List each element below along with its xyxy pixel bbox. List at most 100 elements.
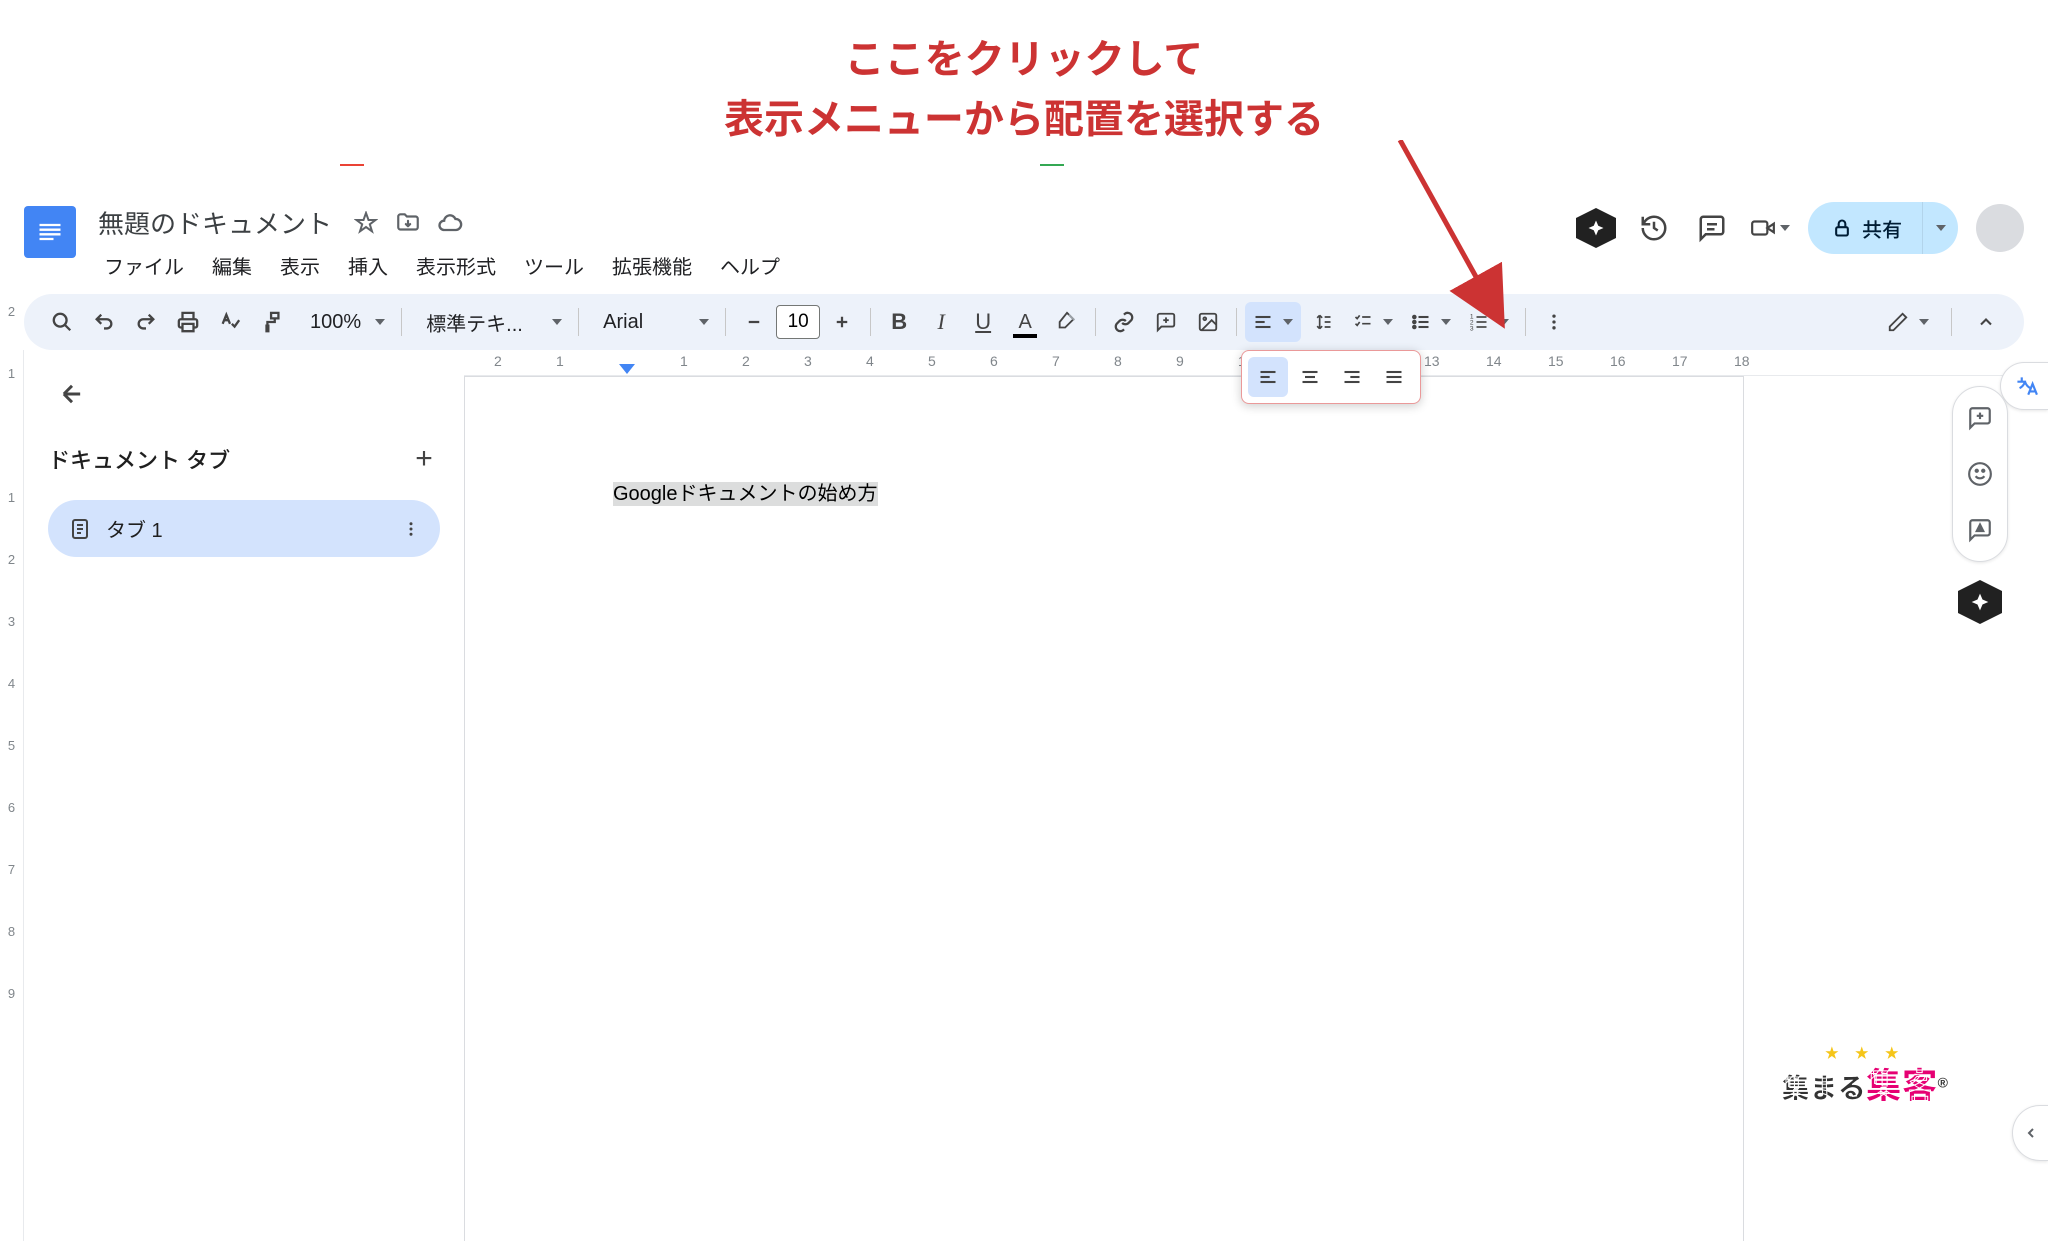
ruler-tick: 16 bbox=[1610, 353, 1626, 369]
ruler-tick: 18 bbox=[1734, 353, 1750, 369]
insert-image-button[interactable] bbox=[1188, 302, 1228, 342]
comments-icon[interactable] bbox=[1692, 208, 1732, 248]
text-color-button[interactable]: A bbox=[1005, 302, 1045, 342]
decrease-font-button[interactable] bbox=[734, 302, 774, 342]
ruler-tick: 2 bbox=[0, 304, 23, 319]
menu-help[interactable]: ヘルプ bbox=[708, 245, 792, 286]
highlight-button[interactable] bbox=[1047, 302, 1087, 342]
gemini-icon[interactable] bbox=[1576, 208, 1616, 248]
ruler-tick: 1 bbox=[0, 490, 23, 505]
suggest-edits-button[interactable] bbox=[1961, 511, 1999, 549]
ruler-tick: 9 bbox=[0, 986, 23, 1001]
paint-format-button[interactable] bbox=[252, 302, 292, 342]
align-justify-option[interactable] bbox=[1374, 357, 1414, 397]
toolbar: 100% 標準テキ... Arial 10 B I U A bbox=[24, 294, 2024, 350]
paragraph-style-select[interactable]: 標準テキ... bbox=[410, 302, 570, 342]
document-page[interactable]: Googleドキュメントの始め方 bbox=[464, 376, 1744, 1241]
google-docs-app: 無題のドキュメント ファイル 編集 表示 挿入 表示形式 ツール 拡張機能 ヘル… bbox=[0, 190, 2048, 1229]
menu-format[interactable]: 表示形式 bbox=[404, 245, 508, 286]
sidebar-outline: ドキュメント タブ + タブ 1 bbox=[24, 350, 464, 1241]
indent-marker[interactable] bbox=[619, 364, 635, 374]
chevron-down-icon bbox=[1936, 225, 1946, 231]
menu-extensions[interactable]: 拡張機能 bbox=[600, 245, 704, 286]
search-menus-button[interactable] bbox=[42, 302, 82, 342]
add-comment-side-button[interactable] bbox=[1961, 399, 1999, 437]
zoom-select[interactable]: 100% bbox=[294, 302, 393, 342]
line-spacing-button[interactable] bbox=[1303, 302, 1343, 342]
sidebar-title: ドキュメント タブ bbox=[48, 443, 230, 475]
menu-edit[interactable]: 編集 bbox=[200, 245, 264, 286]
star-icon[interactable] bbox=[352, 209, 380, 237]
separator bbox=[578, 308, 579, 336]
menu-insert[interactable]: 挿入 bbox=[336, 245, 400, 286]
ruler-tick: 7 bbox=[1052, 353, 1060, 369]
tab-item[interactable]: タブ 1 bbox=[48, 500, 440, 557]
separator bbox=[1525, 308, 1526, 336]
add-comment-button[interactable] bbox=[1146, 302, 1186, 342]
ruler-tick: 1 bbox=[0, 366, 23, 381]
tab-more-button[interactable] bbox=[402, 520, 420, 538]
chevron-down-icon bbox=[1499, 319, 1509, 325]
header: 無題のドキュメント ファイル 編集 表示 挿入 表示形式 ツール 拡張機能 ヘル… bbox=[0, 190, 2048, 294]
numbered-list-button[interactable]: 123 bbox=[1461, 302, 1517, 342]
menu-tools[interactable]: ツール bbox=[512, 245, 596, 286]
redo-button[interactable] bbox=[126, 302, 166, 342]
emoji-react-button[interactable] bbox=[1961, 455, 1999, 493]
bulleted-list-button[interactable] bbox=[1403, 302, 1459, 342]
share-dropdown[interactable] bbox=[1922, 202, 1958, 254]
document-title[interactable]: 無題のドキュメント bbox=[92, 202, 338, 243]
menu-view[interactable]: 表示 bbox=[268, 245, 332, 286]
chevron-down-icon bbox=[375, 319, 385, 325]
ruler-tick: 8 bbox=[1114, 353, 1122, 369]
font-select[interactable]: Arial bbox=[587, 302, 717, 342]
ruler-tick: 1 bbox=[680, 353, 688, 369]
ruler-tick: 17 bbox=[1672, 353, 1688, 369]
chevron-down-icon bbox=[1283, 319, 1293, 325]
back-button[interactable] bbox=[48, 370, 96, 418]
chevron-down-icon bbox=[1780, 225, 1790, 231]
spellcheck-button[interactable] bbox=[210, 302, 250, 342]
font-size-input[interactable]: 10 bbox=[776, 305, 820, 339]
align-popout bbox=[1241, 350, 1421, 404]
editing-mode-button[interactable] bbox=[1879, 302, 1937, 342]
undo-button[interactable] bbox=[84, 302, 124, 342]
italic-button[interactable]: I bbox=[921, 302, 961, 342]
align-right-option[interactable] bbox=[1332, 357, 1372, 397]
move-folder-icon[interactable] bbox=[394, 209, 422, 237]
vertical-ruler[interactable]: 21123456789 bbox=[0, 350, 24, 1241]
more-button[interactable] bbox=[1534, 302, 1574, 342]
avatar[interactable] bbox=[1976, 204, 2024, 252]
meet-button[interactable] bbox=[1750, 208, 1790, 248]
share-button[interactable]: 共有 bbox=[1808, 202, 1922, 254]
chevron-down-icon bbox=[1919, 319, 1929, 325]
docs-logo-icon[interactable] bbox=[24, 206, 76, 258]
ruler-tick: 2 bbox=[742, 353, 750, 369]
menu-file[interactable]: ファイル bbox=[92, 245, 196, 286]
decorative-line bbox=[1040, 164, 1064, 166]
tab-label: タブ 1 bbox=[106, 514, 388, 543]
bold-button[interactable]: B bbox=[879, 302, 919, 342]
gemini-side-button[interactable] bbox=[1958, 580, 2002, 624]
history-icon[interactable] bbox=[1634, 208, 1674, 248]
separator bbox=[1236, 308, 1237, 336]
collapse-toolbar-button[interactable] bbox=[1966, 302, 2006, 342]
chevron-down-icon bbox=[1383, 319, 1393, 325]
align-center-option[interactable] bbox=[1290, 357, 1330, 397]
ruler-tick: 1 bbox=[556, 353, 564, 369]
explore-button[interactable] bbox=[2012, 1105, 2048, 1161]
cloud-status-icon[interactable] bbox=[436, 209, 464, 237]
annotation-line2: 表示メニューから配置を選択する bbox=[0, 90, 2048, 150]
document-text[interactable]: Googleドキュメントの始め方 bbox=[613, 482, 878, 506]
separator bbox=[1095, 308, 1096, 336]
align-button[interactable] bbox=[1245, 302, 1301, 342]
decorative-line bbox=[340, 164, 364, 166]
chevron-down-icon bbox=[1441, 319, 1451, 325]
print-button[interactable] bbox=[168, 302, 208, 342]
separator bbox=[401, 308, 402, 336]
align-left-option[interactable] bbox=[1248, 357, 1288, 397]
add-tab-button[interactable]: + bbox=[408, 442, 440, 476]
checklist-button[interactable] bbox=[1345, 302, 1401, 342]
increase-font-button[interactable] bbox=[822, 302, 862, 342]
underline-button[interactable]: U bbox=[963, 302, 1003, 342]
insert-link-button[interactable] bbox=[1104, 302, 1144, 342]
